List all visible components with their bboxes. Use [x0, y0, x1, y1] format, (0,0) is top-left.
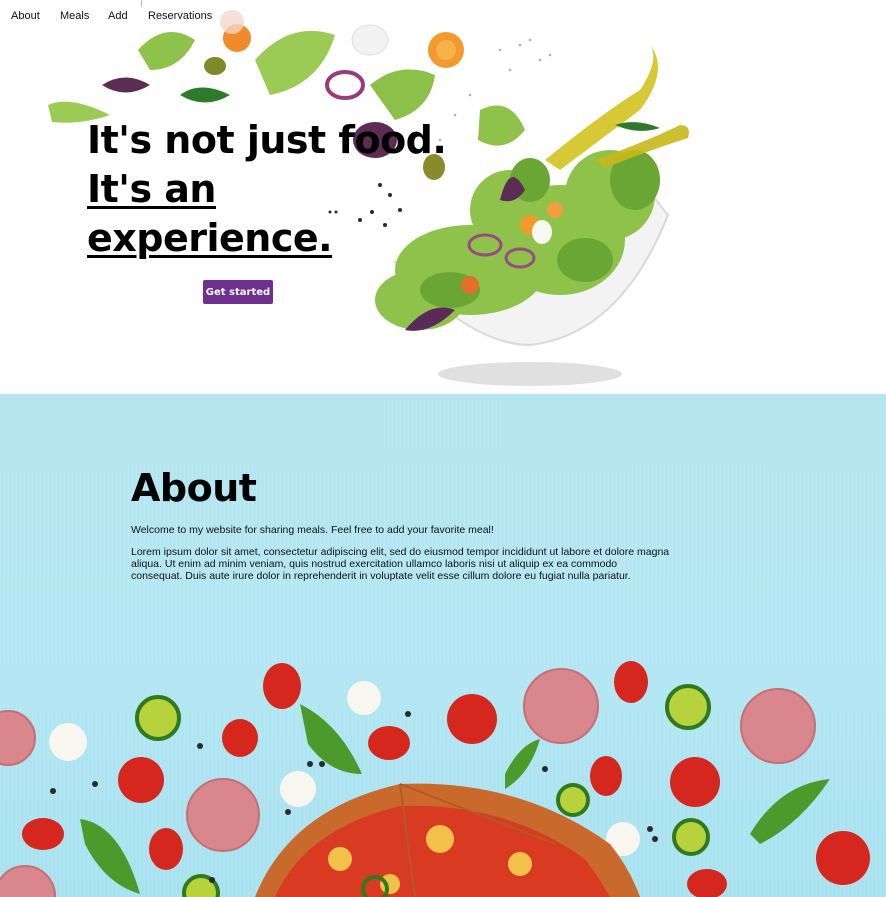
hero-headline-line1: It's not just food.: [87, 118, 447, 162]
about-heading: About: [131, 466, 257, 510]
hero-headline: It's not just food. It's an experience.: [87, 116, 447, 263]
top-navigation: About Meals Add Reservations: [0, 0, 886, 32]
about-welcome-text: Welcome to my website for sharing meals.…: [131, 524, 494, 536]
hero-headline-line3: experience.: [87, 216, 333, 260]
nav-divider: [141, 0, 142, 7]
nav-link-add[interactable]: Add: [108, 10, 128, 22]
nav-link-about[interactable]: About: [11, 10, 40, 22]
hero-section: It's not just food. It's an experience. …: [0, 0, 886, 394]
about-body-text: Lorem ipsum dolor sit amet, consectetur …: [131, 546, 670, 582]
pizza-ingredients-image: [0, 661, 870, 897]
get-started-button[interactable]: Get started: [203, 280, 273, 304]
about-section: About Welcome to my website for sharing …: [0, 394, 886, 897]
nav-link-meals[interactable]: Meals: [60, 10, 89, 22]
hero-headline-line2: It's an: [87, 167, 216, 211]
nav-link-reservations[interactable]: Reservations: [148, 10, 212, 22]
